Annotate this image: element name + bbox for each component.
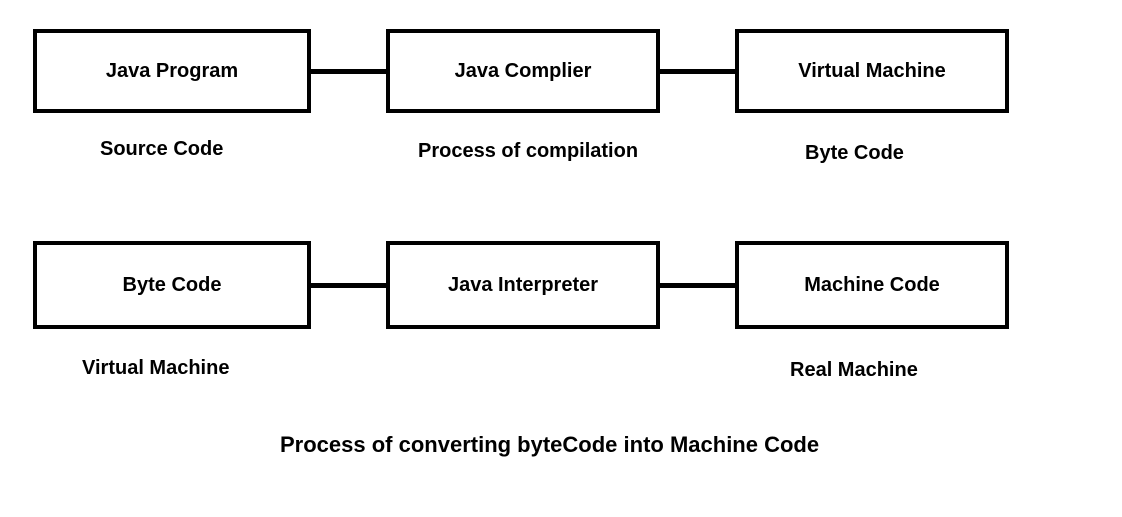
box-label: Java Interpreter	[448, 274, 598, 297]
box-label: Java Complier	[455, 60, 592, 83]
box-label: Virtual Machine	[798, 60, 945, 83]
box-byte-code: Byte Code	[33, 241, 311, 329]
sublabel-process-compilation: Process of compilation	[418, 140, 638, 163]
connector	[311, 283, 386, 288]
sublabel-source-code: Source Code	[100, 138, 223, 161]
box-java-program: Java Program	[33, 29, 311, 113]
sublabel-real-machine: Real Machine	[790, 359, 918, 382]
box-label: Java Program	[106, 60, 238, 83]
interpretation-row: Byte Code Java Interpreter Machine Code	[33, 241, 1009, 329]
box-label: Byte Code	[123, 274, 222, 297]
diagram-caption: Process of converting byteCode into Mach…	[280, 432, 819, 458]
connector	[660, 69, 735, 74]
connector	[311, 69, 386, 74]
box-virtual-machine: Virtual Machine	[735, 29, 1009, 113]
box-machine-code: Machine Code	[735, 241, 1009, 329]
sublabel-byte-code: Byte Code	[805, 142, 904, 165]
box-label: Machine Code	[804, 274, 940, 297]
box-java-interpreter: Java Interpreter	[386, 241, 660, 329]
box-java-compiler: Java Complier	[386, 29, 660, 113]
compilation-row: Java Program Java Complier Virtual Machi…	[33, 29, 1009, 113]
connector	[660, 283, 735, 288]
sublabel-virtual-machine: Virtual Machine	[82, 357, 229, 380]
